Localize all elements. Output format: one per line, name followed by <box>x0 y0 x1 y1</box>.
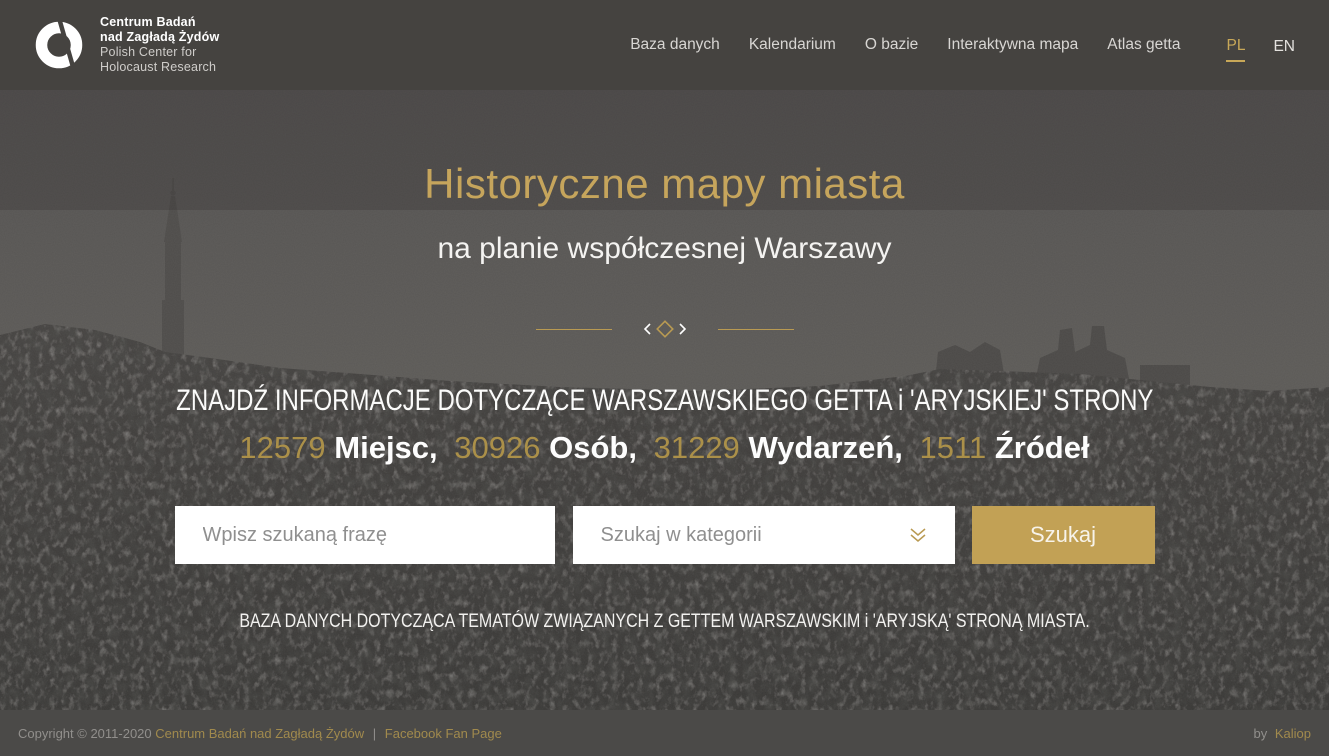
lang-switch-pl[interactable]: PL <box>1226 29 1245 62</box>
copyright-text: Copyright © 2011-2020 <box>18 726 152 741</box>
category-select[interactable]: Szukaj w kategorii <box>573 506 955 564</box>
hero-content: Historyczne mapy miasta na planie współc… <box>0 90 1329 710</box>
hero-section: Historyczne mapy miasta na planie współc… <box>0 90 1329 710</box>
footer-credit: by Kaliop <box>1254 726 1312 741</box>
nav-item-interaktywna-mapa[interactable]: Interaktywna mapa <box>947 28 1078 62</box>
site-footer: Copyright © 2011-2020 Centrum Badań nad … <box>0 710 1329 756</box>
credit-prefix: by <box>1254 726 1268 741</box>
footer-link-center[interactable]: Centrum Badań nad Zagładą Żydów <box>155 726 364 741</box>
brand-name-pl-line1: Centrum Badań <box>100 15 219 30</box>
footer-separator: | <box>373 726 376 741</box>
stat-people: 30926 Osób, <box>454 430 637 465</box>
stat-sources: 1511 Źródeł <box>920 430 1090 465</box>
search-phrase-input[interactable] <box>175 506 555 564</box>
lang-switch-en[interactable]: EN <box>1273 30 1295 61</box>
brand-name-pl-line2: nad Zagładą Żydów <box>100 30 219 45</box>
search-bar: Szukaj w kategorii Szukaj <box>0 506 1329 564</box>
credit-link-kaliop[interactable]: Kaliop <box>1275 726 1311 741</box>
search-button[interactable]: Szukaj <box>972 506 1155 564</box>
category-select-value: Szukaj w kategorii <box>601 524 762 547</box>
nav-item-atlas-getta[interactable]: Atlas getta <box>1107 28 1180 62</box>
brand-name-en-line2: Holocaust Research <box>100 60 219 75</box>
brand-name-en-line1: Polish Center for <box>100 45 219 60</box>
stat-events: 31229 Wydarzeń, <box>654 430 903 465</box>
page-subtitle: na planie współczesnej Warszawy <box>0 232 1329 266</box>
divider-line-left <box>536 329 612 330</box>
divider-line-right <box>718 329 794 330</box>
main-nav: Baza danych Kalendarium O bazie Interakt… <box>630 28 1295 62</box>
brand-text: Centrum Badań nad Zagładą Żydów Polish C… <box>100 15 219 75</box>
stat-places: 12579 Miejsc, <box>239 430 437 465</box>
brand-logo-link[interactable]: Centrum Badań nad Zagładą Żydów Polish C… <box>34 15 219 75</box>
database-description: BAZA DANYCH DOTYCZĄCA TEMATÓW ZWIĄZANYCH… <box>239 610 1089 633</box>
footer-copyright: Copyright © 2011-2020 Centrum Badań nad … <box>18 726 502 741</box>
find-info-heading: ZNAJDŹ INFORMACJE DOTYCZĄCE WARSZAWSKIEG… <box>176 384 1153 418</box>
nav-item-kalendarium[interactable]: Kalendarium <box>749 28 836 62</box>
stats-line: 12579 Miejsc, 30926 Osób, 31229 Wydarzeń… <box>0 430 1329 466</box>
nav-item-baza-danych[interactable]: Baza danych <box>630 28 720 62</box>
chevron-down-icon <box>905 527 931 543</box>
diamond-ornament-icon <box>641 318 689 340</box>
ornament-divider <box>0 318 1329 340</box>
nav-item-o-bazie[interactable]: O bazie <box>865 28 918 62</box>
broken-ring-logo-icon <box>34 20 84 70</box>
site-header: Centrum Badań nad Zagładą Żydów Polish C… <box>0 0 1329 90</box>
page-title: Historyczne mapy miasta <box>0 90 1329 208</box>
footer-link-facebook[interactable]: Facebook Fan Page <box>385 726 502 741</box>
